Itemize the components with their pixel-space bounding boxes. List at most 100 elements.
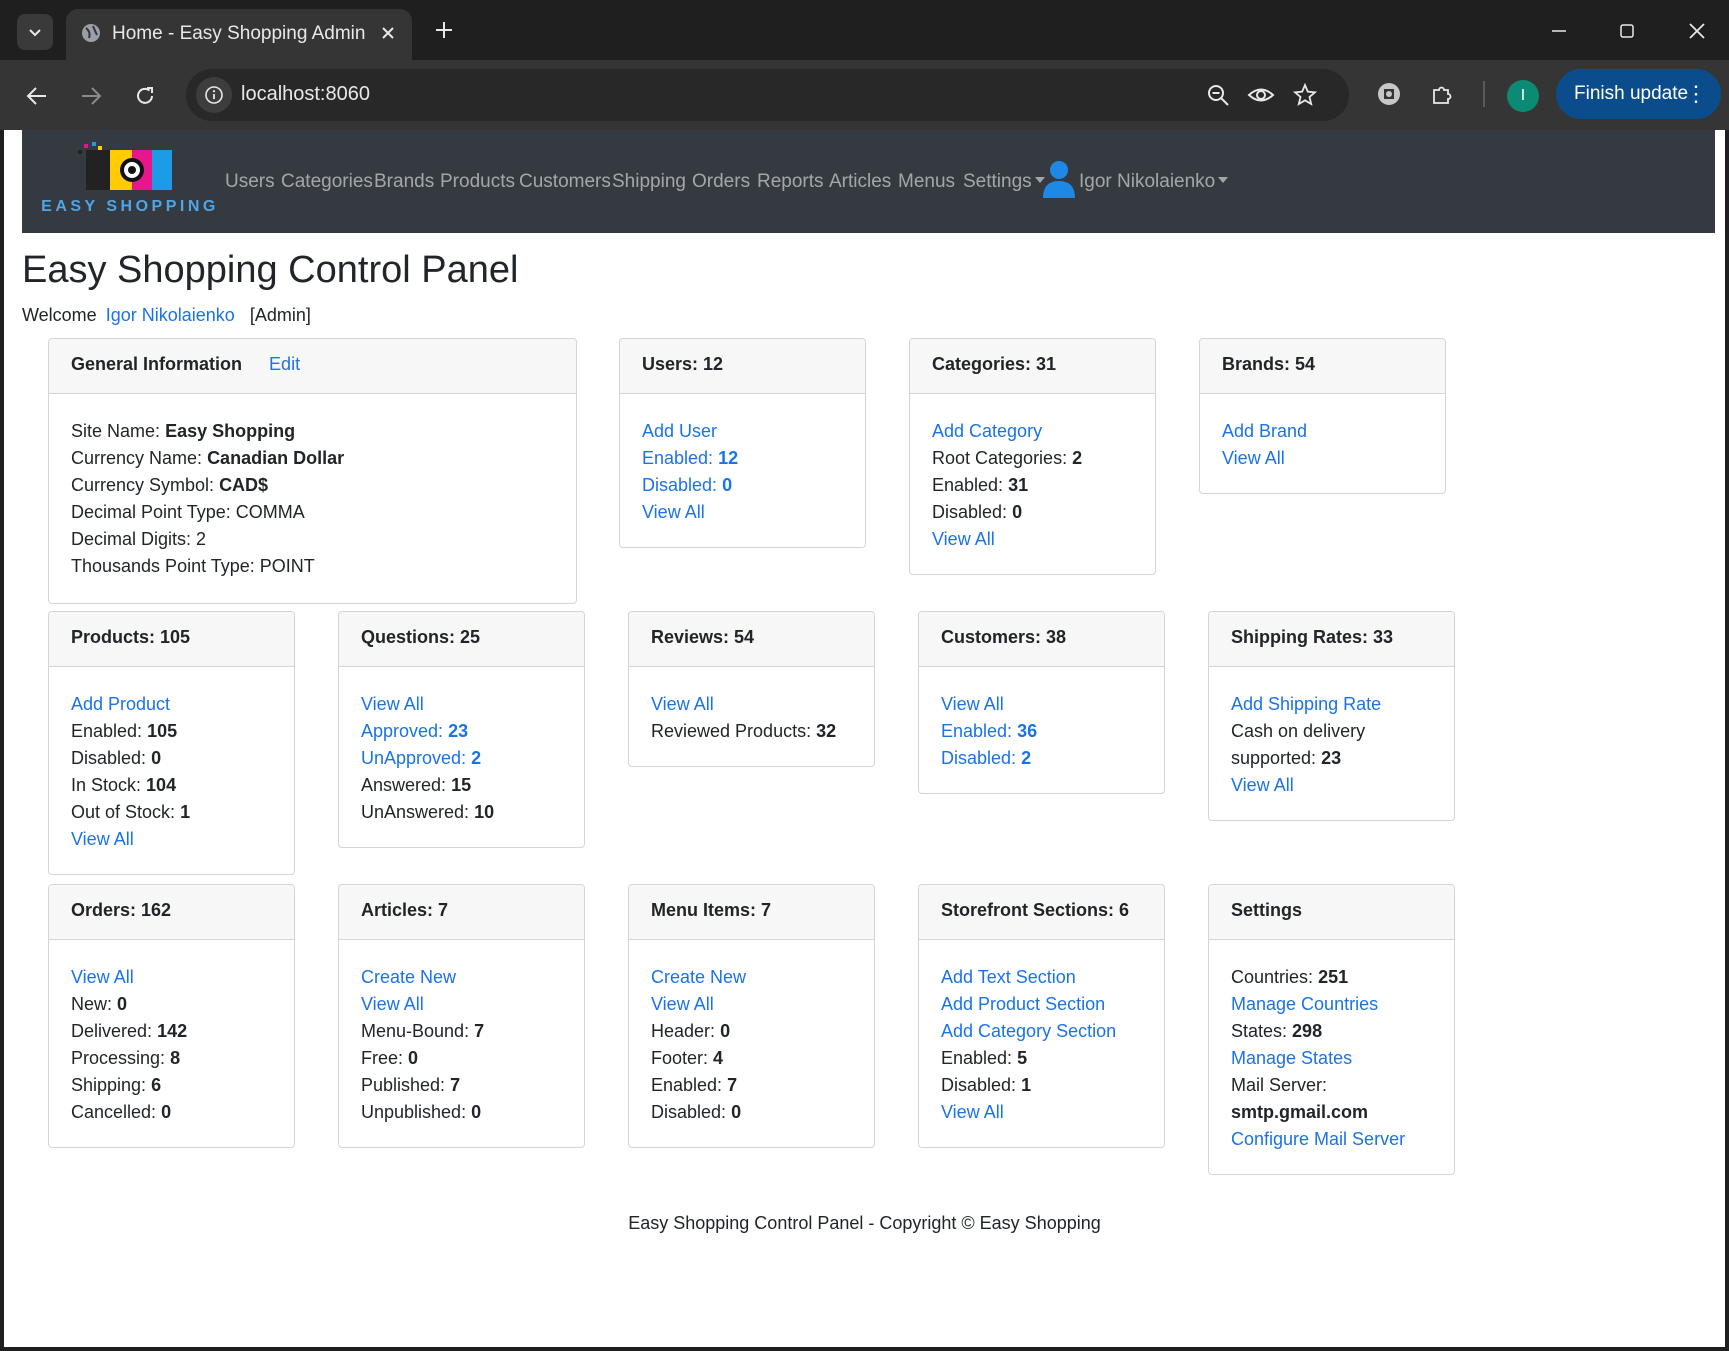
reload-button[interactable] [126,77,164,115]
stat-label: UnAnswered: [361,802,470,822]
users-view-all-link[interactable]: View All [642,499,843,526]
nav-articles[interactable]: Articles [829,171,891,193]
manage-countries-link[interactable]: Manage Countries [1231,991,1432,1018]
maximize-icon [1620,24,1634,38]
nav-categories[interactable]: Categories [281,171,373,193]
menu-items-view-all-link[interactable]: View All [651,991,852,1018]
stat-value: 0 [151,748,162,768]
stat-row: Site Name: Easy Shopping [71,418,554,445]
stat-row: Enabled: 5 [941,1045,1142,1072]
stat-label: States: [1231,1021,1288,1041]
customers-view-all-link[interactable]: View All [941,691,1142,718]
stat-value: 23 [1321,748,1342,768]
edit-general-link[interactable]: Edit [269,354,300,374]
add-category-section-link[interactable]: Add Category Section [941,1018,1142,1045]
stat-value: 6 [151,1075,162,1095]
card-body: View All Enabled: 36 Disabled: 2 [919,667,1164,772]
manage-states-link[interactable]: Manage States [1231,1045,1432,1072]
create-article-link[interactable]: Create New [361,964,562,991]
eye-button[interactable] [1246,80,1276,110]
add-user-link[interactable]: Add User [642,418,843,445]
users-enabled-link[interactable]: Enabled: 12 [642,445,843,472]
storefront-view-all-link[interactable]: View All [941,1099,1142,1126]
arrow-left-icon [26,87,46,105]
stat-label: Delivered: [71,1021,153,1041]
bookmark-button[interactable] [1290,80,1320,110]
stat-row: Delivered: 142 [71,1018,272,1045]
stat-label: Currency Symbol: [71,475,215,495]
page-footer: Easy Shopping Control Panel - Copyright … [628,1213,1101,1233]
card-header: Shipping Rates: 33 [1209,612,1454,667]
shop-logo-icon [78,142,172,190]
stat-row: Unpublished: 0 [361,1099,562,1126]
shipping-view-all-link[interactable]: View All [1231,772,1432,799]
stat-label: Cash on delivery [1231,721,1366,741]
tab-search-button[interactable] [17,14,53,50]
site-info-button[interactable] [196,77,232,113]
stat-value: 142 [157,1021,188,1041]
card-header: Categories: 31 [910,339,1155,394]
extension-button[interactable] [1372,77,1406,111]
stat-row: Shipping: 6 [71,1072,272,1099]
nav-shipping[interactable]: Shipping [612,171,686,193]
card-header: Users: 12 [620,339,865,394]
questions-unapproved-link[interactable]: UnApproved: 2 [361,745,562,772]
browser-tab-active[interactable]: Home - Easy Shopping Admin [66,9,412,60]
nav-orders[interactable]: Orders [692,171,750,193]
add-product-section-link[interactable]: Add Product Section [941,991,1142,1018]
nav-products[interactable]: Products [440,171,515,193]
forward-button[interactable] [72,77,110,115]
users-disabled-link[interactable]: Disabled: 0 [642,472,843,499]
add-text-section-link[interactable]: Add Text Section [941,964,1142,991]
nav-settings-dropdown[interactable]: Settings [963,171,1045,193]
stat-value: 0 [408,1048,419,1068]
create-menu-item-link[interactable]: Create New [651,964,852,991]
questions-approved-link[interactable]: Approved: 23 [361,718,562,745]
welcome-user-link[interactable]: Igor Nikolaienko [106,305,235,325]
products-view-all-link[interactable]: View All [71,826,272,853]
reviews-view-all-link[interactable]: View All [651,691,852,718]
categories-view-all-link[interactable]: View All [932,526,1133,553]
customers-disabled-link[interactable]: Disabled: 2 [941,745,1142,772]
add-shipping-rate-link[interactable]: Add Shipping Rate [1231,691,1432,718]
extensions-menu-button[interactable] [1425,77,1459,111]
tab-close-button[interactable] [374,19,402,47]
nav-reports[interactable]: Reports [757,171,824,193]
configure-mail-server-link[interactable]: Configure Mail Server [1231,1126,1432,1153]
zoom-button[interactable] [1203,80,1233,110]
nav-menus[interactable]: Menus [898,171,955,193]
add-category-link[interactable]: Add Category [932,418,1133,445]
nav-customers[interactable]: Customers [519,171,611,193]
close-window-button[interactable] [1680,14,1714,48]
add-brand-link[interactable]: Add Brand [1222,418,1423,445]
card-header: General Information Edit [49,339,576,394]
add-product-link[interactable]: Add Product [71,691,272,718]
questions-view-all-link[interactable]: View All [361,691,562,718]
maximize-button[interactable] [1610,14,1644,48]
new-tab-button[interactable] [428,14,460,46]
welcome-role: [Admin] [249,305,311,325]
card-header: Products: 105 [49,612,294,667]
finish-update-label: Finish update [1574,83,1689,104]
finish-update-button[interactable]: Finish update ⋮ [1556,69,1721,119]
address-bar[interactable]: localhost:8060 [186,69,1349,121]
nav-users[interactable]: Users [225,171,275,193]
brand-logo[interactable]: EASY SHOPPING [40,142,220,222]
profile-avatar[interactable]: I [1507,80,1539,112]
stat-value: 23 [448,721,469,741]
page-viewport: EASY SHOPPING Users Categories Brands Pr… [4,130,1725,1347]
plus-icon [436,22,452,38]
minimize-button[interactable] [1542,14,1576,48]
card-articles: Articles: 7 Create New View All Menu-Bou… [338,884,585,1148]
back-button[interactable] [18,77,56,115]
stat-label: Enabled: [941,721,1013,741]
customers-enabled-link[interactable]: Enabled: 36 [941,718,1142,745]
orders-view-all-link[interactable]: View All [71,964,272,991]
articles-view-all-link[interactable]: View All [361,991,562,1018]
nav-user-dropdown[interactable]: Igor Nikolaienko [1079,171,1229,193]
brands-view-all-link[interactable]: View All [1222,445,1423,472]
nav-brands[interactable]: Brands [374,171,434,193]
stat-value: smtp.gmail.com [1231,1099,1432,1126]
stat-value: 0 [161,1102,172,1122]
stat-label: Footer: [651,1048,709,1068]
